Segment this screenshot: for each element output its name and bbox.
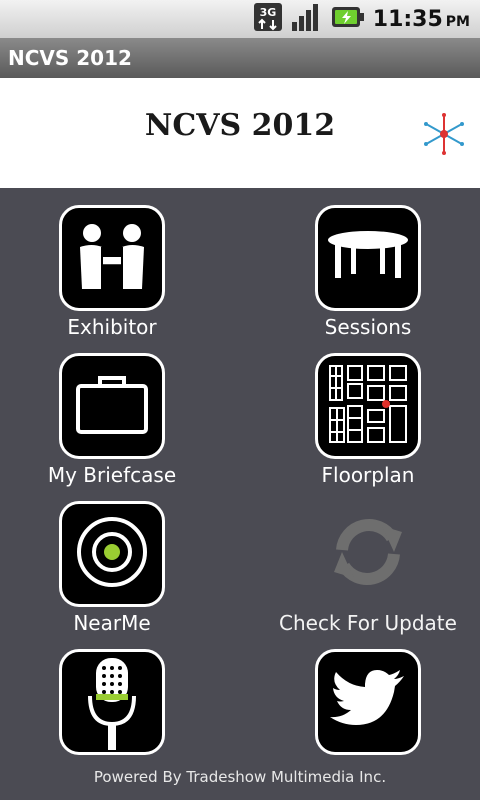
battery-charging-icon [331, 5, 365, 33]
sessions-label: Sessions [324, 315, 412, 339]
floorplan-label: Floorplan [321, 463, 415, 487]
briefcase-icon [72, 372, 152, 440]
network-3g-icon: 3G [253, 2, 283, 36]
twitter-button[interactable] [315, 649, 421, 755]
menu-grid: Exhibitor Sessions My Briefcase Floorpla… [0, 188, 480, 760]
my-briefcase-label: My Briefcase [47, 463, 177, 487]
handshake-icon [72, 221, 152, 295]
exhibitor-button[interactable] [59, 205, 165, 311]
check-for-update-tile[interactable]: Check For Update [258, 501, 478, 635]
banner-title: NCVS 2012 [144, 108, 336, 143]
check-for-update-button[interactable] [315, 501, 421, 607]
app-title: NCVS 2012 [8, 46, 132, 70]
network-type-label: 3G [259, 6, 276, 19]
clock-time: 11:35 [372, 6, 443, 32]
twitter-bird-icon [328, 668, 408, 736]
nearme-tile[interactable]: NearMe [2, 501, 222, 635]
my-briefcase-tile[interactable]: My Briefcase [2, 353, 222, 487]
check-for-update-label: Check For Update [279, 611, 457, 635]
exhibitor-label: Exhibitor [67, 315, 157, 339]
clock: 11:35 PM [373, 7, 470, 32]
my-briefcase-button[interactable] [59, 353, 165, 459]
microphone-button[interactable] [59, 649, 165, 755]
exhibitor-tile[interactable]: Exhibitor [2, 205, 222, 339]
nearme-label: NearMe [73, 611, 151, 635]
refresh-icon [322, 506, 414, 602]
floorplan-button[interactable] [315, 353, 421, 459]
floorplan-icon [326, 362, 410, 450]
event-banner: NCVS 2012 [0, 78, 480, 188]
footer-credit: Powered By Tradeshow Multimedia Inc. [93, 768, 387, 786]
sparkle-logo-icon [420, 110, 468, 162]
microphone-icon [82, 652, 142, 752]
app-title-bar: NCVS 2012 [0, 38, 480, 78]
target-icon [72, 512, 152, 596]
status-bar: 3G 11:35 PM [0, 0, 480, 38]
floorplan-tile[interactable]: Floorplan [258, 353, 478, 487]
clock-ampm: PM [445, 13, 470, 30]
podcast-tile[interactable] [2, 649, 222, 755]
table-icon [325, 226, 411, 290]
nearme-button[interactable] [59, 501, 165, 607]
sessions-tile[interactable]: Sessions [258, 205, 478, 339]
twitter-tile[interactable] [258, 649, 478, 755]
signal-strength-icon [291, 2, 323, 36]
sessions-button[interactable] [315, 205, 421, 311]
